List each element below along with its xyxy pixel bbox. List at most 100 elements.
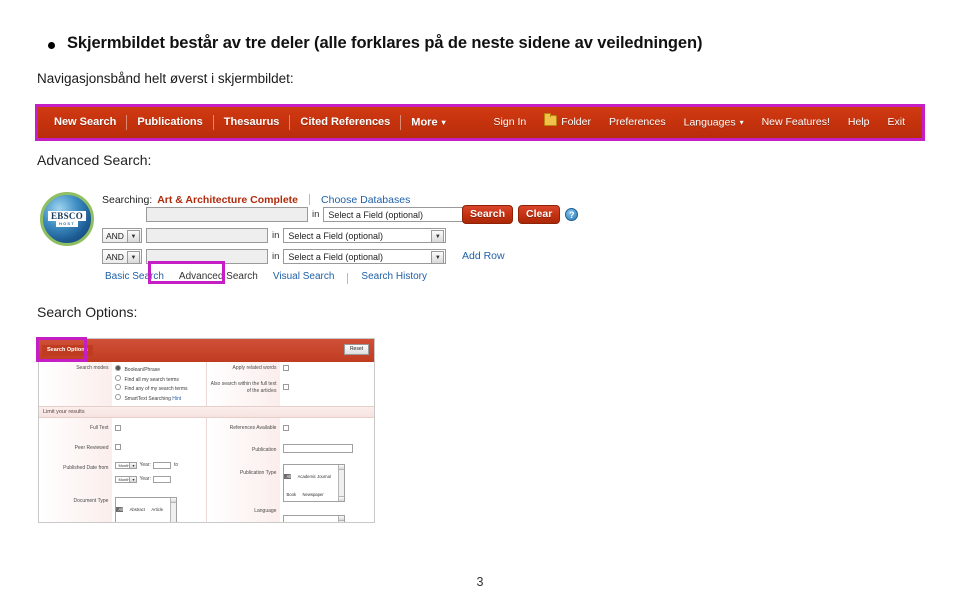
search-mode-option[interactable]: SmartText Searching Hint	[115, 393, 203, 404]
add-row-link[interactable]: Add Row	[462, 250, 505, 262]
nav-item-more-label: More	[411, 116, 438, 129]
checkbox-icon	[283, 425, 290, 431]
searching-label: Searching:	[102, 194, 153, 206]
search-history-link[interactable]: Search History	[354, 271, 434, 282]
limiter-label-publication: Publication	[252, 447, 277, 453]
nav-item-exit[interactable]: Exit	[878, 107, 914, 138]
limiter-label-published-date: Published Date from	[63, 465, 109, 471]
advanced-search-tab[interactable]: Advanced Search	[171, 269, 266, 284]
search-mode-label: SmartText Searching	[124, 395, 171, 402]
search-mode-option[interactable]: Find any of my search terms	[115, 384, 203, 394]
expanders-field-cell	[280, 362, 374, 406]
list-item[interactable]: All	[116, 507, 124, 512]
search-term-input-2[interactable]	[146, 228, 268, 243]
basic-search-link[interactable]: Basic Search	[98, 271, 171, 282]
checkbox-icon	[283, 383, 290, 390]
help-icon[interactable]: ?	[565, 208, 579, 221]
list-item[interactable]: All	[284, 474, 292, 479]
folder-icon	[544, 113, 558, 126]
search-options-header: Search Options Reset	[39, 339, 374, 362]
search-mode-option[interactable]: Find all my search terms	[115, 374, 203, 385]
date-from-year-input[interactable]	[152, 462, 171, 469]
limiter-label-references-available: References Available	[229, 425, 277, 431]
ebsco-logo: EBSCO HOST	[40, 192, 94, 246]
clear-button[interactable]: Clear	[518, 205, 561, 224]
field-select-3-value: Select a Field (optional)	[288, 251, 383, 262]
bullet-dot-icon	[48, 42, 55, 49]
visual-search-link[interactable]: Visual Search	[266, 271, 342, 282]
list-item[interactable]: Academic Journal	[296, 474, 331, 479]
in-label-3: in	[272, 251, 280, 262]
chevron-down-icon: ▼	[431, 251, 445, 264]
search-row-1: in Select a Field (optional)▼	[102, 206, 487, 223]
scrollbar[interactable]	[338, 465, 345, 501]
scrollbar[interactable]	[338, 516, 345, 522]
limiter-full-text[interactable]	[115, 425, 203, 431]
nav-item-preferences[interactable]: Preferences	[600, 107, 675, 138]
nav-item-publications[interactable]: Publications	[127, 107, 212, 138]
limiters-right-labels: References Available Publication Publica…	[207, 418, 281, 522]
choose-databases-link[interactable]: Choose Databases	[321, 194, 410, 206]
search-mode-option[interactable]: Boolean/Phrase	[115, 365, 203, 375]
search-term-input-1[interactable]	[146, 207, 308, 222]
boolean-operator-value-2: AND	[106, 230, 124, 241]
search-mode-label: Find any of my search terms	[124, 386, 188, 392]
radio-icon	[115, 365, 122, 371]
database-name: Art & Architecture Complete	[157, 194, 299, 206]
document-type-listbox[interactable]: All Abstract Article Bibliography	[115, 497, 178, 522]
date-to-month-select[interactable]: Month ▼	[115, 476, 138, 483]
expander-label-full-text: Also search within the full text of the …	[210, 381, 277, 394]
nav-item-new-search[interactable]: New Search	[44, 107, 126, 138]
nav-item-cited-references[interactable]: Cited References	[290, 107, 400, 138]
nav-item-languages[interactable]: Languages ▾	[675, 107, 753, 138]
nav-item-new-features[interactable]: New Features!	[753, 107, 839, 138]
searching-row: Searching: Art & Architecture Complete C…	[102, 192, 410, 206]
field-select-2[interactable]: Select a Field (optional) ▼	[283, 228, 447, 243]
checkbox-icon	[115, 444, 122, 450]
search-options-body: Search modes Boolean/Phrase Find all my …	[39, 362, 374, 522]
nav-item-more[interactable]: More ▾	[401, 107, 455, 138]
search-options-tab[interactable]: Search Options	[42, 345, 93, 356]
search-options-caption: Search Options:	[37, 304, 138, 320]
list-item[interactable]: Abstract	[128, 507, 145, 512]
limiter-peer-reviewed[interactable]	[115, 444, 203, 450]
field-select-3[interactable]: Select a Field (optional) ▼	[283, 249, 447, 264]
search-modes-label: Search modes	[76, 365, 109, 371]
search-term-input-3[interactable]	[146, 249, 268, 264]
search-button[interactable]: Search	[462, 205, 514, 224]
nav-item-sign-in[interactable]: Sign In	[485, 107, 536, 138]
nav-item-help[interactable]: Help	[839, 107, 879, 138]
scrollbar[interactable]	[170, 498, 177, 522]
expander-related-words[interactable]	[283, 365, 371, 375]
limiter-references-available[interactable]	[283, 425, 371, 431]
search-actions: Search Clear ?	[462, 205, 579, 224]
nav-item-thesaurus[interactable]: Thesaurus	[214, 107, 290, 138]
boolean-operator-select-3[interactable]: AND ▼	[102, 249, 142, 264]
divider	[309, 194, 311, 205]
search-mode-label: Find all my search terms	[124, 376, 179, 383]
ebsco-logo-sub: HOST	[56, 221, 78, 227]
publication-type-listbox[interactable]: All Academic Journal Book Newspaper	[283, 464, 346, 502]
expander-full-text[interactable]	[283, 383, 371, 394]
boolean-operator-select-2[interactable]: AND ▼	[102, 228, 142, 243]
navigation-band-caption: Navigasjonsbånd helt øverst i skjermbild…	[37, 71, 294, 86]
nav-item-folder[interactable]: Folder	[535, 107, 600, 138]
date-to-label: to	[173, 462, 179, 468]
limiters-left-fields: Month ▼ Year: to Month ▼ Year: All Abstr…	[112, 418, 206, 522]
list-item[interactable]: Article	[149, 507, 163, 512]
field-select-2-value: Select a Field (optional)	[288, 230, 383, 241]
date-from-month-select[interactable]: Month ▼	[115, 462, 138, 469]
limiters-left-column: Full Text Peer Reviewed Published Date f…	[39, 418, 206, 522]
language-listbox[interactable]: All Chinese Croatian Danish	[283, 515, 346, 522]
limiters-grid: Full Text Peer Reviewed Published Date f…	[39, 418, 374, 522]
advanced-search-caption: Advanced Search:	[37, 152, 152, 168]
limiter-label-publication-type: Publication Type	[239, 470, 277, 476]
hint-link[interactable]: Hint	[172, 396, 181, 402]
checkbox-icon	[115, 425, 122, 431]
list-item[interactable]: Book	[284, 492, 296, 497]
reset-button[interactable]: Reset	[343, 344, 369, 355]
publication-input[interactable]	[283, 444, 354, 453]
list-item[interactable]: Newspaper	[300, 492, 323, 497]
bullet-heading: Skjermbildet består av tre deler (alle f…	[48, 33, 908, 54]
date-to-year-input[interactable]	[152, 476, 171, 483]
